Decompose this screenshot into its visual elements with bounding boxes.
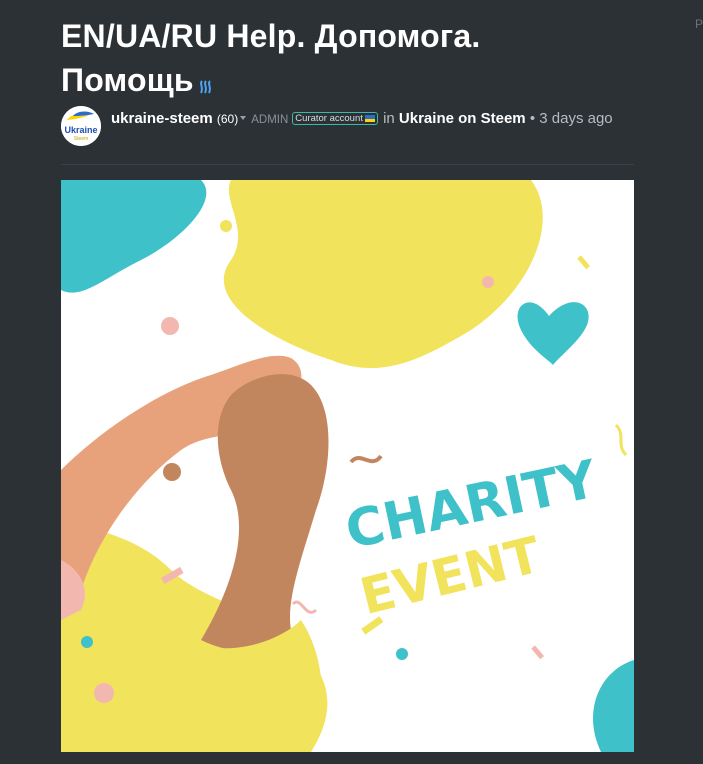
post-title: EN/UA/RU Help. Допомога. Помощь — [61, 14, 621, 105]
confetti-dot — [482, 276, 494, 288]
post-meta-text: ukraine-steem (60) ADMIN Curator account i… — [111, 108, 646, 131]
confetti-dot — [81, 636, 93, 648]
confetti-dot — [220, 220, 232, 232]
post-title-text: EN/UA/RU Help. Допомога. Помощь — [61, 18, 481, 98]
meta-bullet: • — [529, 110, 536, 127]
avatar-text: Ukraine — [64, 125, 97, 135]
post-image[interactable]: CHARITY EVENT — [61, 180, 634, 752]
community-link[interactable]: Ukraine on Steem — [399, 110, 526, 127]
curator-badge: Curator account — [292, 112, 378, 125]
post-timestamp: 3 days ago — [539, 110, 613, 127]
author-link[interactable]: ukraine-steem — [111, 110, 213, 127]
author-reputation: (60) — [216, 112, 239, 126]
divider — [61, 164, 634, 165]
steem-logo-icon — [198, 61, 214, 105]
avatar[interactable]: Ukraine Steem — [61, 106, 101, 146]
avatar-subtext: Steem — [74, 136, 88, 142]
confetti-dot — [161, 317, 179, 335]
in-label: in — [383, 110, 395, 127]
overflow-indicator: P — [694, 17, 703, 31]
confetti-dot — [396, 648, 408, 660]
chevron-down-icon[interactable] — [240, 116, 247, 121]
curator-badge-label: Curator account — [295, 113, 363, 124]
confetti-dot — [163, 463, 181, 481]
confetti-dot — [94, 683, 114, 703]
post-meta: Ukraine Steem ukraine-steem (60) ADMIN Cur… — [61, 103, 641, 159]
author-role: ADMIN — [251, 114, 289, 126]
ukraine-flag-icon — [364, 115, 375, 122]
